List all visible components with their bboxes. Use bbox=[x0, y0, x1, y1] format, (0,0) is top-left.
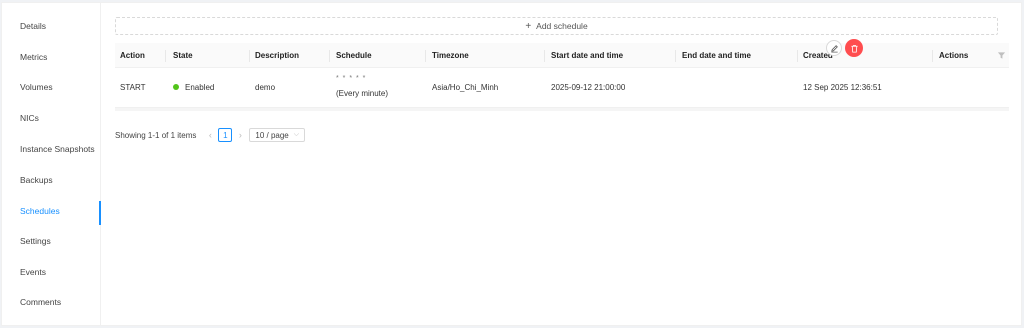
column-header-end: End date and time bbox=[682, 51, 751, 60]
sidebar-item-comments[interactable]: Comments bbox=[20, 297, 61, 307]
cell-schedule-text: (Every minute) bbox=[336, 89, 389, 98]
sidebar-item-events[interactable]: Events bbox=[20, 267, 46, 277]
cell-created: 12 Sep 2025 12:36:51 bbox=[803, 83, 882, 92]
pagination-total: Showing 1-1 of 1 items bbox=[115, 130, 197, 140]
column-header-actions: Actions bbox=[939, 51, 969, 60]
table-header: Action State Description Schedule Timezo… bbox=[115, 43, 1009, 68]
add-schedule-button[interactable]: + Add schedule bbox=[115, 17, 998, 35]
sidebar-item-volumes[interactable]: Volumes bbox=[20, 82, 53, 92]
trash-icon bbox=[850, 44, 858, 53]
plus-icon: + bbox=[525, 20, 532, 32]
cell-state: Enabled bbox=[173, 83, 214, 92]
column-divider bbox=[425, 50, 426, 62]
schedules-table: Action State Description Schedule Timezo… bbox=[115, 43, 1009, 111]
instance-detail-card: Details Metrics Volumes NICs Instance Sn… bbox=[1, 2, 1022, 326]
cell-schedule-cron: * * * * * bbox=[336, 75, 367, 82]
column-header-start: Start date and time bbox=[551, 51, 624, 60]
column-header-timezone: Timezone bbox=[432, 51, 469, 60]
column-divider bbox=[932, 50, 933, 62]
column-divider bbox=[329, 50, 330, 62]
sidebar-item-schedules[interactable]: Schedules bbox=[20, 206, 60, 216]
column-divider bbox=[544, 50, 545, 62]
sidebar-item-nics[interactable]: NICs bbox=[20, 113, 39, 123]
cell-description: demo bbox=[255, 83, 276, 92]
status-enabled-dot bbox=[173, 84, 179, 90]
edit-icon bbox=[830, 44, 838, 52]
sidebar-item-metrics[interactable]: Metrics bbox=[20, 52, 47, 62]
add-schedule-label: Add schedule bbox=[536, 21, 588, 31]
next-page-icon[interactable]: › bbox=[235, 130, 245, 140]
column-divider bbox=[165, 50, 166, 62]
page-size-select[interactable]: 10 / page ⌵ bbox=[249, 128, 306, 142]
pagination: Showing 1-1 of 1 items ‹ 1 › 10 / page ⌵ bbox=[115, 128, 306, 142]
edit-schedule-button[interactable] bbox=[826, 40, 842, 56]
delete-schedule-button[interactable] bbox=[845, 39, 863, 57]
column-divider bbox=[675, 50, 676, 62]
sidebar-item-settings[interactable]: Settings bbox=[20, 236, 51, 246]
cell-start-datetime: 2025-09-12 21:00:00 bbox=[551, 83, 626, 92]
sidebar-item-backups[interactable]: Backups bbox=[20, 175, 53, 185]
cell-action: START bbox=[120, 83, 146, 92]
page-1-button[interactable]: 1 bbox=[218, 128, 233, 142]
active-tab-indicator bbox=[99, 201, 101, 225]
prev-page-icon[interactable]: ‹ bbox=[205, 130, 215, 140]
table-row: START Enabled demo * * * * * (Every minu… bbox=[115, 68, 1009, 108]
column-header-schedule: Schedule bbox=[336, 51, 372, 60]
state-label: Enabled bbox=[185, 83, 215, 92]
column-header-description: Description bbox=[255, 51, 300, 60]
cell-timezone: Asia/Ho_Chi_Minh bbox=[432, 83, 499, 92]
page-size-value: 10 / page bbox=[255, 130, 289, 140]
chevron-down-icon: ⌵ bbox=[293, 131, 300, 138]
column-divider bbox=[797, 50, 798, 62]
sidebar-item-details[interactable]: Details bbox=[20, 21, 46, 31]
table-scroll-track bbox=[115, 108, 1009, 111]
detail-sidebar: Details Metrics Volumes NICs Instance Sn… bbox=[2, 3, 101, 325]
sidebar-item-instance-snapshots[interactable]: Instance Snapshots bbox=[20, 144, 95, 154]
column-header-state: State bbox=[173, 51, 193, 60]
column-header-action: Action bbox=[120, 51, 145, 60]
filter-icon[interactable] bbox=[997, 51, 1006, 60]
column-divider bbox=[249, 50, 250, 62]
